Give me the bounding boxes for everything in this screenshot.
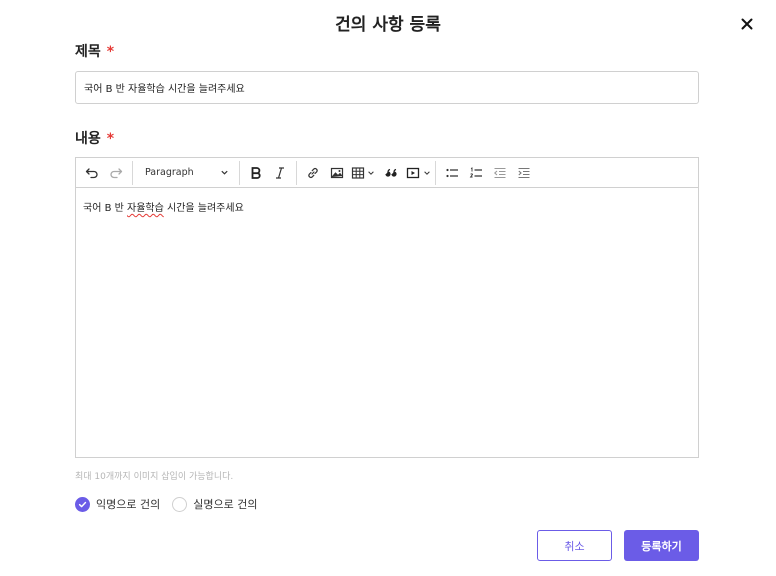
chevron-down-icon	[221, 170, 228, 175]
editor-text: 시간을 늘려주세요	[163, 203, 244, 214]
title-label-text: 제목	[75, 44, 101, 60]
italic-button[interactable]	[268, 161, 292, 185]
numbered-list-button[interactable]	[464, 161, 488, 185]
radio-checked-icon	[75, 496, 90, 512]
toolbar-divider	[132, 160, 133, 185]
media-button[interactable]	[403, 161, 431, 185]
cancel-button[interactable]: 취소	[537, 530, 612, 561]
content-label: 내용 *	[75, 128, 114, 148]
link-icon	[308, 167, 318, 178]
submit-button[interactable]: 등록하기	[624, 530, 699, 561]
media-icon	[406, 167, 420, 178]
bold-button[interactable]	[244, 161, 268, 185]
redo-icon	[110, 167, 123, 178]
bulleted-list-button[interactable]	[440, 161, 464, 185]
outdent-icon	[493, 167, 506, 178]
radio-unchecked-icon	[172, 496, 188, 512]
modal-title: 건의 사항 등록	[335, 15, 441, 35]
chevron-down-icon	[368, 170, 374, 175]
real-name-radio-label: 실명으로 건의	[193, 498, 258, 511]
editor-content[interactable]: 국어 B 반 자율학습 시간을 늘려주세요	[76, 188, 698, 457]
quote-icon	[385, 168, 397, 177]
title-input[interactable]	[75, 71, 699, 104]
image-icon	[330, 167, 344, 178]
close-button[interactable]	[738, 15, 756, 33]
quote-button[interactable]	[379, 161, 403, 185]
submission-type-radio-group: 익명으로 건의 실명으로 건의	[75, 496, 269, 512]
table-button[interactable]	[349, 161, 375, 185]
redo-button[interactable]	[104, 161, 128, 185]
image-limit-helper: 최대 10개까지 이미지 삽입이 가능합니다.	[75, 472, 234, 482]
rich-text-editor: Paragraph 국어 B 반 자율학습 시간을 늘려주세요	[75, 157, 699, 458]
toolbar-divider	[296, 160, 297, 185]
outdent-button[interactable]	[488, 161, 512, 185]
required-mark: *	[106, 44, 115, 60]
toolbar-divider	[435, 160, 436, 185]
table-icon	[351, 166, 365, 179]
required-mark: *	[106, 131, 115, 147]
close-icon	[741, 18, 753, 30]
undo-button[interactable]	[80, 161, 104, 185]
chevron-down-icon	[424, 170, 430, 175]
image-button[interactable]	[325, 161, 349, 185]
link-button[interactable]	[301, 161, 325, 185]
indent-button[interactable]	[512, 161, 536, 185]
indent-icon	[518, 167, 530, 178]
paragraph-select[interactable]: Paragraph	[137, 161, 235, 185]
editor-text: 국어 B 반	[83, 203, 127, 214]
bold-icon	[251, 166, 261, 179]
anonymous-radio[interactable]: 익명으로 건의	[75, 496, 160, 512]
content-label-text: 내용	[75, 131, 101, 147]
numbered-list-icon	[469, 166, 482, 177]
paragraph-select-label: Paragraph	[145, 167, 194, 178]
editor-text-misspelled: 자율학습	[127, 203, 164, 214]
italic-icon	[276, 166, 284, 179]
undo-icon	[85, 167, 98, 178]
toolbar-divider	[239, 160, 240, 185]
editor-toolbar: Paragraph	[76, 158, 698, 188]
bulleted-list-icon	[446, 168, 458, 177]
anonymous-radio-label: 익명으로 건의	[96, 498, 161, 511]
real-name-radio[interactable]: 실명으로 건의	[172, 496, 257, 512]
title-label: 제목 *	[75, 41, 114, 61]
